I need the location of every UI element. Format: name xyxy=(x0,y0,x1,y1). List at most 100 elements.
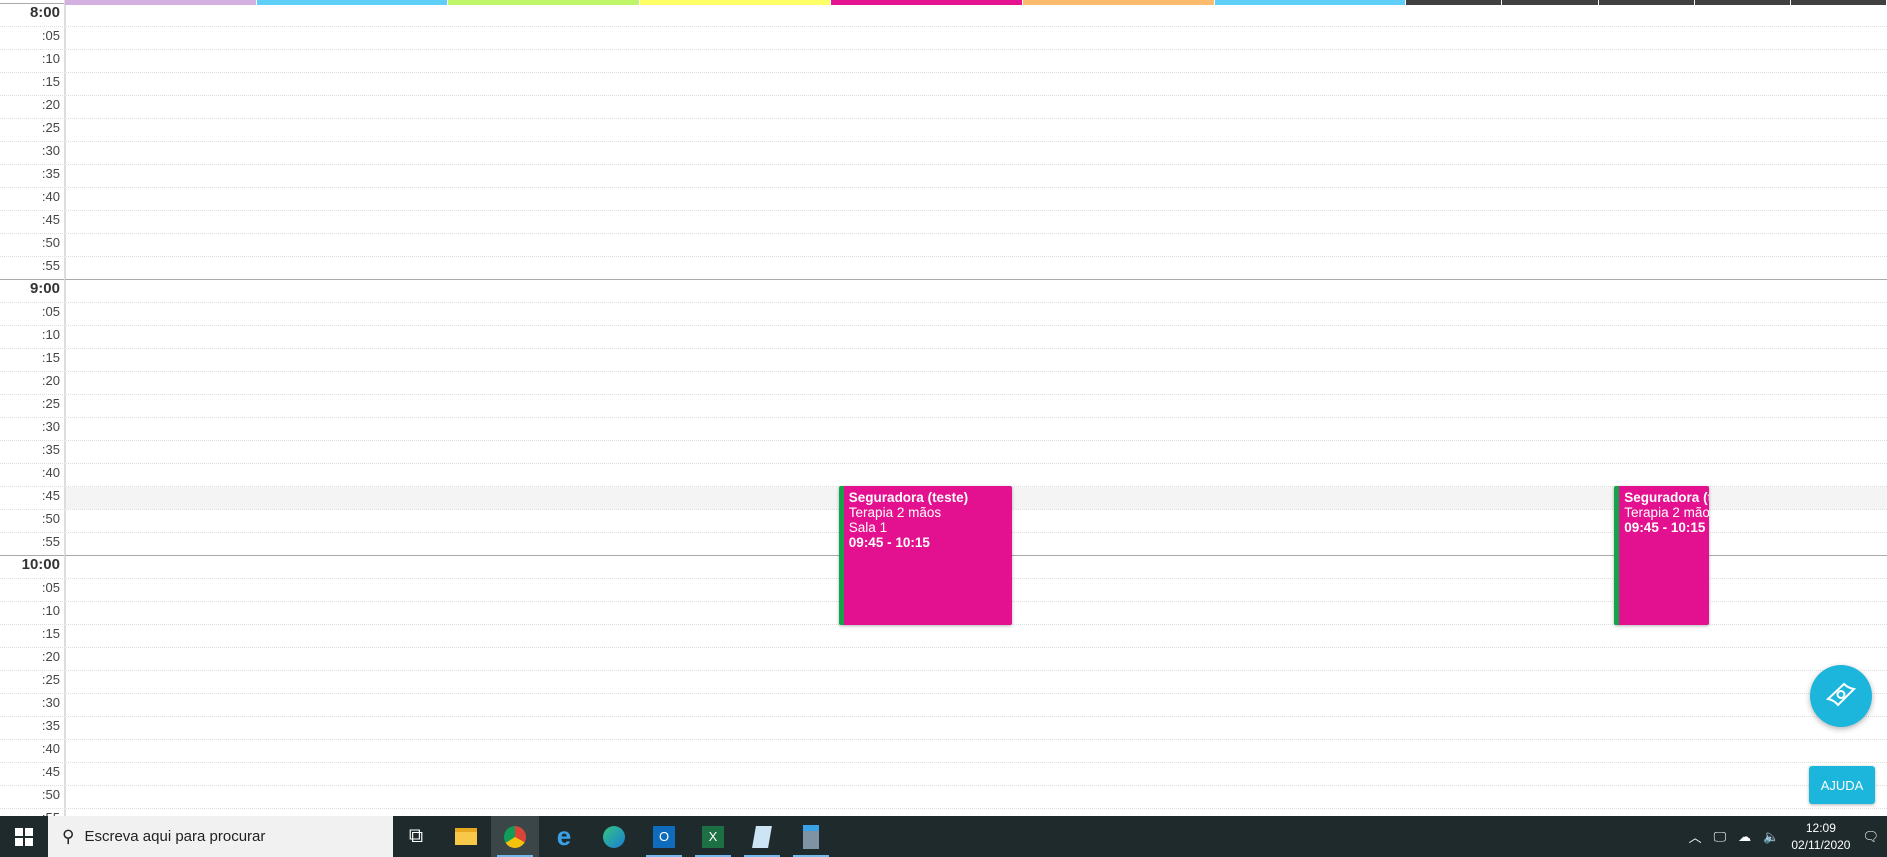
slot-cells[interactable] xyxy=(65,326,1887,348)
time-slot-row: :35 xyxy=(0,164,1887,187)
event-service: Terapia 2 mãos xyxy=(1624,505,1710,520)
calendar-grid: 8:00:05:10:15:20:25:30:35:40:45:50:55 9:0… xyxy=(0,3,1887,831)
slot-cells[interactable] xyxy=(65,372,1887,394)
time-slot-row: 8:00 xyxy=(0,3,1887,26)
time-label: :30 xyxy=(41,695,60,710)
start-button[interactable] xyxy=(0,816,48,857)
time-slot-row: :30 xyxy=(0,417,1887,440)
time-slot-row: :15 xyxy=(0,348,1887,371)
column-header[interactable]: SALA 1 xyxy=(1598,0,1695,5)
help-button[interactable]: AJUDA xyxy=(1809,766,1875,804)
task-view-icon[interactable]: ⧉ xyxy=(392,816,440,857)
system-tray: ︿ 🖵 ☁ 🔈 12:09 02/11/2020 🗨 xyxy=(1689,816,1887,857)
slot-cells[interactable] xyxy=(65,27,1887,49)
time-slot-row: :40 xyxy=(0,739,1887,762)
slot-cells[interactable] xyxy=(65,349,1887,371)
notepad-icon[interactable] xyxy=(738,816,786,857)
slot-cells[interactable] xyxy=(65,50,1887,72)
time-slot-row: :05 xyxy=(0,26,1887,49)
slot-cells[interactable] xyxy=(65,786,1887,808)
slot-cells[interactable] xyxy=(65,257,1887,279)
clock-time: 12:09 xyxy=(1805,820,1836,835)
time-slot-row: :55 xyxy=(0,256,1887,279)
time-label: :55 xyxy=(41,258,60,273)
slot-cells[interactable] xyxy=(65,464,1887,486)
event-title: Seguradora (teste) xyxy=(848,490,969,505)
slot-cells[interactable] xyxy=(65,648,1887,670)
time-slot-row: 9:00 xyxy=(0,279,1887,302)
slot-cells[interactable] xyxy=(65,418,1887,440)
slot-cells[interactable] xyxy=(65,671,1887,693)
slot-cells[interactable] xyxy=(65,441,1887,463)
excel-icon[interactable]: X xyxy=(689,816,737,857)
column-header[interactable]: FILIPA MENDES xyxy=(639,0,832,5)
appointment-event[interactable]: Seguradora (teste)Terapia 2 mãos09:45 - … xyxy=(1614,486,1710,625)
clock[interactable]: 12:09 02/11/2020 xyxy=(1791,820,1850,854)
time-slot-row: :40 xyxy=(0,463,1887,486)
column-header[interactable]: LILIANA MENDES xyxy=(1214,0,1407,5)
slot-cells[interactable] xyxy=(65,4,1887,26)
slot-cells[interactable] xyxy=(65,165,1887,187)
column-header[interactable]: ANA TAVARES xyxy=(65,0,257,5)
time-label: :45 xyxy=(41,764,60,779)
outlook-icon[interactable]: O xyxy=(640,816,688,857)
slot-cells[interactable] xyxy=(65,96,1887,118)
slot-cells[interactable] xyxy=(65,280,1887,302)
time-label: :30 xyxy=(41,143,60,158)
slot-cells[interactable] xyxy=(65,395,1887,417)
time-label: :20 xyxy=(41,649,60,664)
appointment-event[interactable]: Seguradora (teste) Terapia 2 mãos Sala 1 09… xyxy=(838,486,1013,625)
slot-cells[interactable] xyxy=(65,303,1887,325)
volume-icon[interactable]: 🔈 xyxy=(1763,829,1779,845)
column-header[interactable]: MONICA SILVA xyxy=(448,0,640,5)
column-header[interactable]: SALA 2 xyxy=(1694,0,1791,5)
time-slot-row: :30 xyxy=(0,141,1887,164)
column-header[interactable]: JOANA SIMÕES xyxy=(1023,0,1215,5)
file-explorer-icon[interactable] xyxy=(442,816,490,857)
internet-explorer-icon[interactable]: e xyxy=(540,816,588,857)
calendar-header: ANA TAVARESSOFIA SOUSAMONICA SILVAFILIPA… xyxy=(65,0,1887,5)
time-slot-row: :20 xyxy=(0,95,1887,118)
time-label: :20 xyxy=(41,97,60,112)
slot-cells[interactable] xyxy=(65,625,1887,647)
time-slot-row: :45 xyxy=(0,210,1887,233)
time-slot-row: :10 xyxy=(0,49,1887,72)
chevron-up-icon[interactable]: ︿ xyxy=(1689,827,1702,846)
time-label: :05 xyxy=(41,28,60,43)
slot-cells[interactable] xyxy=(65,763,1887,785)
calculator-icon[interactable] xyxy=(787,816,835,857)
network-icon[interactable]: 🖵 xyxy=(1714,829,1727,845)
chrome-icon[interactable] xyxy=(491,816,539,857)
time-slot-row: :35 xyxy=(0,440,1887,463)
time-label: :15 xyxy=(41,350,60,365)
time-label: :55 xyxy=(41,534,60,549)
search-placeholder: Escreva aqui para procurar xyxy=(84,828,266,845)
column-header[interactable]: SOFIA SOUSA xyxy=(256,0,449,5)
column-header[interactable]: CRISTINA PEREIRA xyxy=(831,0,1024,5)
slot-cells[interactable] xyxy=(65,188,1887,210)
time-slot-row: :30 xyxy=(0,693,1887,716)
slot-cells[interactable] xyxy=(65,234,1887,256)
time-slot-row: :20 xyxy=(0,371,1887,394)
time-label: :35 xyxy=(41,166,60,181)
edge-icon[interactable] xyxy=(590,816,638,857)
column-header[interactable]: ONLINE xyxy=(1790,0,1887,5)
slot-cells[interactable] xyxy=(65,142,1887,164)
onedrive-icon[interactable]: ☁ xyxy=(1738,829,1751,845)
slot-cells[interactable] xyxy=(65,717,1887,739)
slot-cells[interactable] xyxy=(65,119,1887,141)
slot-cells[interactable] xyxy=(65,694,1887,716)
taskbar-search-box[interactable]: ⚲ Escreva aqui para procurar xyxy=(48,816,393,857)
time-slot-row: :15 xyxy=(0,72,1887,95)
time-label: :10 xyxy=(41,327,60,342)
slot-cells[interactable] xyxy=(65,73,1887,95)
slot-cells[interactable] xyxy=(65,211,1887,233)
column-header[interactable]: GABINETE 1 xyxy=(1406,0,1503,5)
slot-cells[interactable] xyxy=(65,740,1887,762)
payments-fab-button[interactable] xyxy=(1810,665,1872,727)
time-label: :50 xyxy=(41,235,60,250)
column-header[interactable]: GABINETE 2 xyxy=(1502,0,1599,5)
notifications-icon[interactable]: 🗨 xyxy=(1862,829,1879,845)
time-slot-row: :25 xyxy=(0,670,1887,693)
windows-icon xyxy=(15,827,33,846)
